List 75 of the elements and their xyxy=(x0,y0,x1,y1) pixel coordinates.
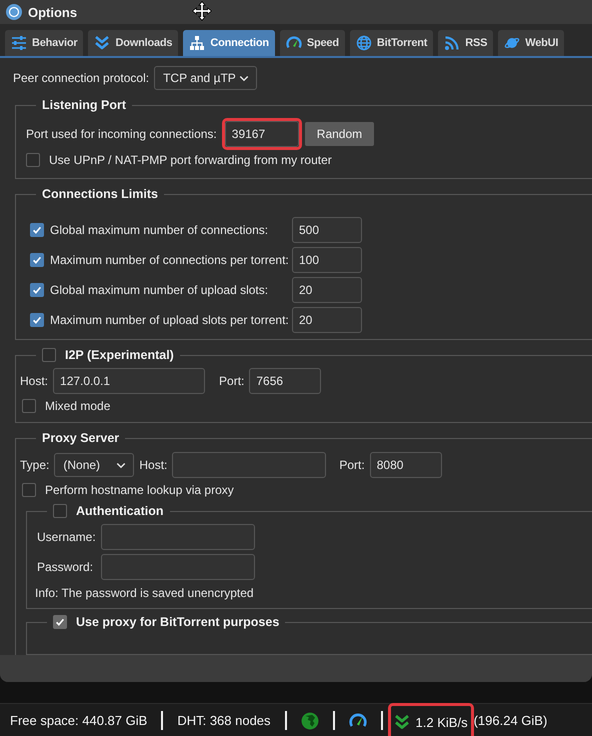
field-label: Password: xyxy=(37,560,94,574)
section-title: Listening Port xyxy=(42,98,126,112)
field-label: Peer connection protocol: xyxy=(13,71,150,85)
section-title: Authentication xyxy=(76,504,164,518)
protocol-dropdown[interactable]: TCP and µTP xyxy=(154,66,258,90)
checkbox-label: Global maximum number of upload slots: xyxy=(50,283,270,297)
tab[interactable]: RSS xyxy=(438,30,494,56)
section-title: Connections Limits xyxy=(42,187,158,201)
checkbox[interactable] xyxy=(22,483,36,497)
number-field[interactable]: 20 xyxy=(292,277,362,303)
host-field[interactable]: 127.0.0.1 xyxy=(53,368,206,394)
checkbox-label: Maximum number of connections per torrent: xyxy=(50,253,288,267)
tab[interactable]: Connection xyxy=(183,30,275,56)
sliders-icon xyxy=(11,35,27,51)
checkbox[interactable] xyxy=(22,399,36,413)
field-label: Host: xyxy=(20,374,48,388)
field-label: Port: xyxy=(219,374,244,388)
free-space-text: Free space: 440.87 GiB xyxy=(10,713,148,728)
field-label: Port used for incoming connections: xyxy=(26,127,217,141)
gauge-icon xyxy=(286,35,302,51)
proxy-type-dropdown[interactable]: (None) xyxy=(54,453,134,477)
checkbox-label: Perform hostname lookup via proxy xyxy=(45,483,234,497)
username-field[interactable] xyxy=(101,524,255,550)
checkbox[interactable] xyxy=(26,153,40,167)
host-field[interactable] xyxy=(172,452,326,478)
checkmark-icon xyxy=(54,616,66,628)
field-label: Port: xyxy=(339,458,365,472)
port-field[interactable]: 8080 xyxy=(370,452,442,478)
download-total-text: (196.24 GiB) xyxy=(474,713,548,728)
rss-icon xyxy=(444,35,460,51)
checkbox[interactable] xyxy=(30,253,44,267)
double-chevron-icon xyxy=(94,35,110,51)
dht-text: DHT: 368 nodes xyxy=(177,713,271,728)
section-title: Proxy Server xyxy=(42,431,120,445)
checkbox[interactable] xyxy=(30,223,44,237)
double-chevron-icon xyxy=(394,713,410,731)
checkmark-icon xyxy=(31,284,43,296)
checkbox[interactable] xyxy=(42,348,56,362)
tab[interactable]: Behavior xyxy=(5,30,84,56)
download-speed-text: 1.2 KiB/s xyxy=(416,714,468,730)
checkbox-label: Use UPnP / NAT-PMP port forwarding from my router xyxy=(49,153,332,167)
field-label: Type: xyxy=(20,458,50,472)
planet-icon xyxy=(504,35,520,51)
number-field[interactable]: 500 xyxy=(292,217,362,243)
checkbox-label: Mixed mode xyxy=(45,399,110,413)
checkbox[interactable] xyxy=(30,313,44,327)
port-field[interactable]: 39167 xyxy=(224,121,299,147)
password-field[interactable] xyxy=(101,554,255,580)
number-field[interactable]: 100 xyxy=(292,247,362,273)
checkbox-label: Maximum number of upload slots per torrent: xyxy=(50,313,288,327)
gauge-icon[interactable] xyxy=(348,712,367,730)
app-logo-icon xyxy=(6,4,22,20)
globe-icon[interactable] xyxy=(300,712,319,730)
tab[interactable]: Downloads xyxy=(88,30,178,56)
globe-icon xyxy=(356,35,372,51)
tab[interactable]: Speed xyxy=(280,30,345,56)
checkbox[interactable] xyxy=(53,504,67,518)
checkbox-label: Global maximum number of connections: xyxy=(50,223,270,237)
random-button[interactable]: Random xyxy=(304,122,374,146)
port-field[interactable]: 7656 xyxy=(249,368,322,394)
section-title: Use proxy for BitTorrent purposes xyxy=(76,615,280,629)
window-title: Options xyxy=(28,4,78,20)
checkbox[interactable] xyxy=(30,283,44,297)
field-label: Username: xyxy=(37,530,96,544)
checkmark-icon xyxy=(31,314,43,326)
info-text: Info: The password is saved unencrypted xyxy=(35,586,255,600)
checkmark-icon xyxy=(31,254,43,266)
number-field[interactable]: 20 xyxy=(292,307,362,333)
network-icon xyxy=(189,35,206,51)
checkmark-icon xyxy=(31,224,43,236)
tab[interactable]: BitTorrent xyxy=(350,30,434,56)
move-cursor-icon xyxy=(192,1,212,21)
tab[interactable]: WebUI xyxy=(498,30,564,56)
section-title: I2P (Experimental) xyxy=(65,348,174,362)
field-label: Host: xyxy=(139,458,168,472)
